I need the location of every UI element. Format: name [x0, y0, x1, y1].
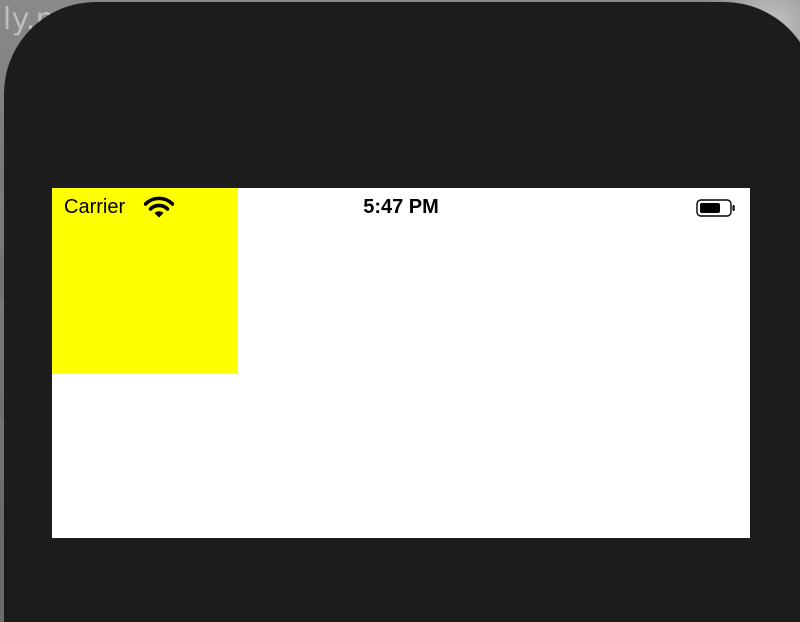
status-bar: Carrier 5:47 PM: [52, 188, 750, 228]
device-screen[interactable]: Carrier 5:47 PM: [52, 188, 750, 538]
status-time: 5:47 PM: [363, 196, 439, 218]
battery-icon: [696, 199, 735, 217]
